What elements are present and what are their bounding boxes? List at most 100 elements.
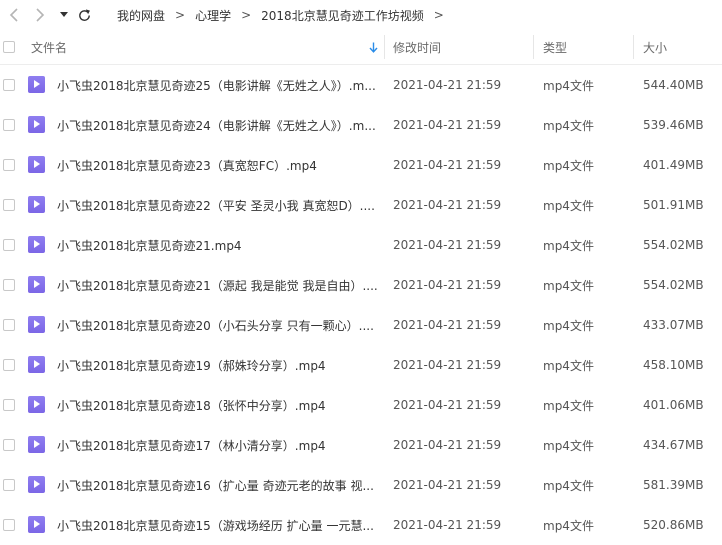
file-modified: 2021-04-21 21:59 (393, 478, 502, 492)
file-type: mp4文件 (543, 158, 594, 173)
file-name[interactable]: 小飞虫2018北京慧见奇迹24（电影讲解《无姓之人》）.m... (57, 105, 377, 145)
column-header-size[interactable]: 大小 (643, 30, 722, 64)
file-size: 401.06MB (643, 398, 704, 412)
history-dropdown-button[interactable] (54, 5, 74, 25)
video-file-icon (28, 436, 45, 453)
row-checkbox[interactable] (3, 279, 15, 291)
file-row[interactable]: 小飞虫2018北京慧见奇迹19（郝姝玲分享）.mp4 2021-04-21 21… (0, 345, 722, 385)
file-row[interactable]: 小飞虫2018北京慧见奇迹22（平安 圣灵小我 真宽恕D）.... 2021-0… (0, 185, 722, 225)
row-checkbox[interactable] (3, 239, 15, 251)
file-row[interactable]: 小飞虫2018北京慧见奇迹15（游戏场经历 扩心量 一元慧... 2021-04… (0, 505, 722, 545)
file-size: 401.49MB (643, 158, 704, 172)
file-modified: 2021-04-21 21:59 (393, 318, 502, 332)
video-file-icon (28, 316, 45, 333)
file-row[interactable]: 小飞虫2018北京慧见奇迹16（扩心量 奇迹元老的故事 视... 2021-04… (0, 465, 722, 505)
file-row[interactable]: 小飞虫2018北京慧见奇迹21（源起 我是能觉 我是自由）.... 2021-0… (0, 265, 722, 305)
column-header-type[interactable]: 类型 (543, 30, 633, 64)
file-modified: 2021-04-21 21:59 (393, 358, 502, 372)
back-button[interactable] (4, 5, 24, 25)
video-file-icon (28, 116, 45, 133)
refresh-icon (78, 8, 90, 21)
breadcrumb-item-psychology[interactable]: 心理学 (193, 7, 233, 24)
file-type: mp4文件 (543, 318, 594, 333)
file-modified: 2021-04-21 21:59 (393, 158, 502, 172)
file-row[interactable]: 小飞虫2018北京慧见奇迹21.mp4 2021-04-21 21:59 mp4… (0, 225, 722, 265)
file-name[interactable]: 小飞虫2018北京慧见奇迹20（小石头分享 只有一颗心）.... (57, 305, 377, 345)
file-type: mp4文件 (543, 518, 594, 533)
file-row[interactable]: 小飞虫2018北京慧见奇迹25（电影讲解《无姓之人》）.m... 2021-04… (0, 65, 722, 105)
file-size: 434.67MB (643, 438, 704, 452)
caret-down-icon (60, 12, 68, 17)
select-all-checkbox[interactable] (3, 41, 15, 53)
breadcrumb-item-my-drive[interactable]: 我的网盘 (115, 7, 167, 24)
breadcrumb-separator: > (241, 8, 252, 22)
file-size: 554.02MB (643, 278, 704, 292)
file-type: mp4文件 (543, 358, 594, 373)
row-checkbox[interactable] (3, 199, 15, 211)
file-type: mp4文件 (543, 78, 594, 93)
file-name[interactable]: 小飞虫2018北京慧见奇迹15（游戏场经历 扩心量 一元慧... (57, 505, 377, 545)
row-checkbox[interactable] (3, 159, 15, 171)
column-divider[interactable] (633, 35, 634, 59)
sort-descending-icon[interactable] (369, 42, 378, 53)
column-header-name[interactable]: 文件名 (31, 30, 383, 64)
row-checkbox[interactable] (3, 479, 15, 491)
file-name[interactable]: 小飞虫2018北京慧见奇迹16（扩心量 奇迹元老的故事 视... (57, 465, 377, 505)
file-list: 小飞虫2018北京慧见奇迹25（电影讲解《无姓之人》）.m... 2021-04… (0, 65, 722, 545)
video-file-icon (28, 476, 45, 493)
file-name[interactable]: 小飞虫2018北京慧见奇迹22（平安 圣灵小我 真宽恕D）.... (57, 185, 377, 225)
row-checkbox[interactable] (3, 399, 15, 411)
chevron-right-icon (36, 8, 45, 22)
row-checkbox[interactable] (3, 79, 15, 91)
row-checkbox[interactable] (3, 439, 15, 451)
file-row[interactable]: 小飞虫2018北京慧见奇迹18（张怀中分享）.mp4 2021-04-21 21… (0, 385, 722, 425)
file-name[interactable]: 小飞虫2018北京慧见奇迹21（源起 我是能觉 我是自由）.... (57, 265, 377, 305)
file-size: 544.40MB (643, 78, 704, 92)
file-name[interactable]: 小飞虫2018北京慧见奇迹21.mp4 (57, 225, 377, 265)
column-header-size-label: 大小 (643, 40, 668, 55)
file-row[interactable]: 小飞虫2018北京慧见奇迹17（林小清分享）.mp4 2021-04-21 21… (0, 425, 722, 465)
column-divider[interactable] (384, 35, 385, 59)
breadcrumb: 我的网盘 > 心理学 > 2018北京慧见奇迹工作坊视频 > (115, 0, 452, 30)
file-row[interactable]: 小飞虫2018北京慧见奇迹24（电影讲解《无姓之人》）.m... 2021-04… (0, 105, 722, 145)
row-checkbox[interactable] (3, 359, 15, 371)
file-modified: 2021-04-21 21:59 (393, 518, 502, 532)
file-size: 539.46MB (643, 118, 704, 132)
toolbar: 我的网盘 > 心理学 > 2018北京慧见奇迹工作坊视频 > (0, 0, 722, 30)
file-size: 433.07MB (643, 318, 704, 332)
video-file-icon (28, 76, 45, 93)
refresh-button[interactable] (74, 5, 94, 25)
video-file-icon (28, 516, 45, 533)
file-modified: 2021-04-21 21:59 (393, 398, 502, 412)
row-checkbox[interactable] (3, 519, 15, 531)
file-list-header: 文件名 修改时间 类型 大小 (0, 30, 722, 65)
file-name[interactable]: 小飞虫2018北京慧见奇迹25（电影讲解《无姓之人》）.m... (57, 65, 377, 105)
column-header-modified-label: 修改时间 (393, 40, 442, 55)
row-checkbox[interactable] (3, 119, 15, 131)
column-header-modified[interactable]: 修改时间 (393, 30, 533, 64)
video-file-icon (28, 396, 45, 413)
file-row[interactable]: 小飞虫2018北京慧见奇迹23（真宽恕FC）.mp4 2021-04-21 21… (0, 145, 722, 185)
forward-button[interactable] (30, 5, 50, 25)
file-name[interactable]: 小飞虫2018北京慧见奇迹19（郝姝玲分享）.mp4 (57, 345, 377, 385)
breadcrumb-item-current-folder[interactable]: 2018北京慧见奇迹工作坊视频 (259, 7, 426, 24)
breadcrumb-separator: > (175, 8, 186, 22)
file-name[interactable]: 小飞虫2018北京慧见奇迹18（张怀中分享）.mp4 (57, 385, 377, 425)
column-header-type-label: 类型 (543, 40, 568, 55)
file-modified: 2021-04-21 21:59 (393, 278, 502, 292)
video-file-icon (28, 236, 45, 253)
video-file-icon (28, 276, 45, 293)
file-modified: 2021-04-21 21:59 (393, 78, 502, 92)
column-divider[interactable] (533, 35, 534, 59)
file-size: 554.02MB (643, 238, 704, 252)
file-type: mp4文件 (543, 118, 594, 133)
file-row[interactable]: 小飞虫2018北京慧见奇迹20（小石头分享 只有一颗心）.... 2021-04… (0, 305, 722, 345)
column-header-name-label: 文件名 (31, 40, 68, 55)
video-file-icon (28, 356, 45, 373)
file-name[interactable]: 小飞虫2018北京慧见奇迹17（林小清分享）.mp4 (57, 425, 377, 465)
file-name[interactable]: 小飞虫2018北京慧见奇迹23（真宽恕FC）.mp4 (57, 145, 377, 185)
row-checkbox[interactable] (3, 319, 15, 331)
breadcrumb-separator: > (433, 8, 444, 22)
file-size: 520.86MB (643, 518, 704, 532)
file-modified: 2021-04-21 21:59 (393, 238, 502, 252)
